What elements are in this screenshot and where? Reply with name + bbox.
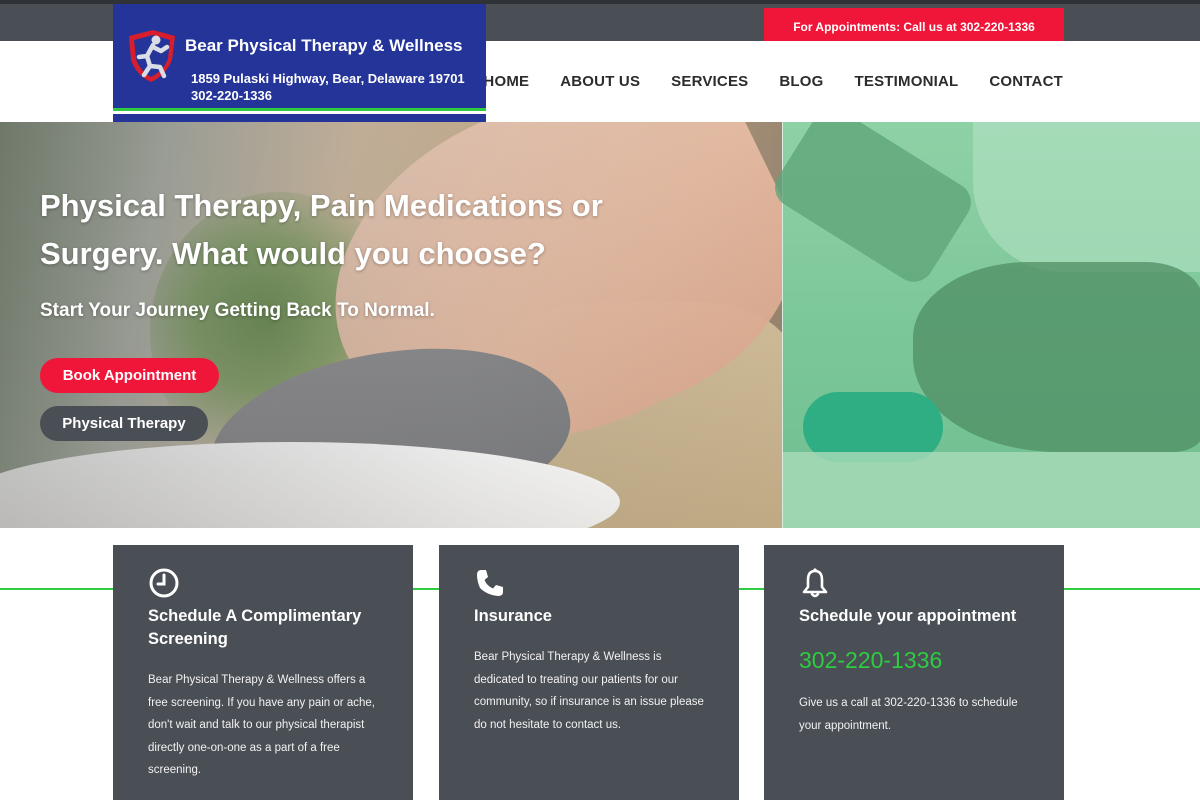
hero-right-table	[783, 452, 1200, 528]
nav-services[interactable]: SERVICES	[671, 73, 748, 90]
card-body: Give us a call at 302-220-1336 to schedu…	[799, 697, 1018, 732]
logo-phone: 302-220-1336	[191, 88, 272, 103]
hero-section: Physical Therapy, Pain Medications or Su…	[0, 122, 1200, 528]
bell-icon	[802, 568, 828, 598]
hero-right-patient	[913, 262, 1200, 452]
runner-shield-icon	[129, 30, 175, 82]
card-title: Insurance	[474, 607, 552, 625]
hero-title: Physical Therapy, Pain Medications or Su…	[40, 188, 603, 271]
book-appointment-button[interactable]: Book Appointment	[40, 358, 219, 393]
feature-card-insurance: Insurance Bear Physical Therapy & Wellne…	[439, 545, 739, 800]
clock-icon	[149, 568, 179, 598]
card-title: Schedule your appointment	[799, 607, 1017, 625]
main-nav: HOME ABOUT US SERVICES BLOG TESTIMONIAL …	[452, 41, 1063, 122]
nav-testimonial[interactable]: TESTIMONIAL	[855, 73, 959, 90]
nav-about-us[interactable]: ABOUT US	[560, 73, 640, 90]
nav-contact[interactable]: CONTACT	[989, 73, 1063, 90]
page: For Appointments: Call us at 302-220-133…	[0, 0, 1200, 800]
hero-subtitle: Start Your Journey Getting Back To Norma…	[40, 300, 435, 321]
site-logo[interactable]: Bear Physical Therapy & Wellness 1859 Pu…	[113, 4, 486, 122]
appointment-call-banner[interactable]: For Appointments: Call us at 302-220-133…	[764, 8, 1064, 45]
hero-right-leg	[767, 122, 979, 290]
phone-icon	[477, 570, 503, 596]
nav-blog[interactable]: BLOG	[779, 73, 823, 90]
logo-title: Bear Physical Therapy & Wellness	[185, 36, 463, 55]
logo-white-stripe	[113, 111, 486, 114]
card-phone-number[interactable]: 302-220-1336	[799, 647, 942, 674]
logo-address: 1859 Pulaski Highway, Bear, Delaware 197…	[191, 71, 465, 86]
card-body: Bear Physical Therapy & Wellness offers …	[148, 674, 375, 776]
nav-home[interactable]: HOME	[483, 73, 529, 90]
physical-therapy-button[interactable]: Physical Therapy	[40, 406, 208, 441]
card-title: Schedule A Complimentary Screening	[148, 607, 362, 648]
hero-right-background	[973, 122, 1200, 272]
hero-photo-right	[767, 122, 1200, 528]
feature-card-screening: Schedule A Complimentary Screening Bear …	[113, 545, 413, 800]
feature-card-appointment: Schedule your appointment 302-220-1336 G…	[764, 545, 1064, 800]
card-body: Bear Physical Therapy & Wellness is dedi…	[474, 651, 704, 731]
